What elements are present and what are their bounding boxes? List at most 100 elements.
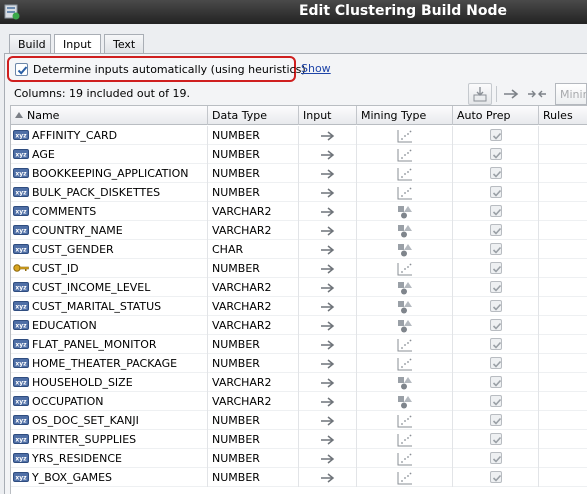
cell-auto-prep[interactable]: [453, 430, 539, 449]
heuristics-checkbox[interactable]: [15, 63, 28, 76]
cell-auto-prep[interactable]: [453, 202, 539, 221]
cell-mining-type[interactable]: [357, 278, 453, 297]
table-row[interactable]: xyz AFFINITY_CARD NUMBER: [11, 126, 587, 145]
table-row[interactable]: xyz AGE NUMBER: [11, 145, 587, 164]
tab-text[interactable]: Text: [104, 34, 144, 54]
set-all-inputs-button[interactable]: [525, 83, 549, 105]
cell-auto-prep[interactable]: [453, 183, 539, 202]
auto-prep-checkbox[interactable]: [489, 395, 502, 407]
cell-auto-prep[interactable]: [453, 411, 539, 430]
auto-prep-checkbox[interactable]: [489, 243, 502, 255]
cell-auto-prep[interactable]: [453, 126, 539, 145]
cell-mining-type[interactable]: [357, 221, 453, 240]
cell-auto-prep[interactable]: [453, 164, 539, 183]
cell-auto-prep[interactable]: [453, 259, 539, 278]
auto-prep-checkbox[interactable]: [489, 262, 502, 274]
set-input-button[interactable]: [500, 83, 524, 105]
auto-prep-checkbox[interactable]: [489, 357, 502, 369]
cell-input[interactable]: [299, 278, 357, 297]
table-row[interactable]: CUST_ID NUMBER: [11, 259, 587, 278]
tab-build[interactable]: Build: [9, 34, 51, 54]
cell-mining-type[interactable]: [357, 430, 453, 449]
cell-mining-type[interactable]: [357, 202, 453, 221]
auto-prep-checkbox[interactable]: [489, 433, 502, 445]
header-data-type[interactable]: Data Type: [208, 106, 299, 125]
auto-prep-checkbox[interactable]: [489, 167, 502, 179]
cell-auto-prep[interactable]: [453, 373, 539, 392]
table-row[interactable]: xyz BULK_PACK_DISKETTES NUMBER: [11, 183, 587, 202]
table-row[interactable]: xyz HOME_THEATER_PACKAGE NUMBER: [11, 354, 587, 373]
cell-input[interactable]: [299, 411, 357, 430]
table-row[interactable]: xyz COMMENTS VARCHAR2: [11, 202, 587, 221]
cell-mining-type[interactable]: [357, 449, 453, 468]
table-row[interactable]: xyz BOOKKEEPING_APPLICATION NUMBER: [11, 164, 587, 183]
cell-mining-type[interactable]: [357, 183, 453, 202]
show-link[interactable]: Show: [301, 62, 331, 75]
import-button[interactable]: [468, 83, 492, 105]
cell-input[interactable]: [299, 259, 357, 278]
cell-auto-prep[interactable]: [453, 297, 539, 316]
cell-input[interactable]: [299, 164, 357, 183]
table-row[interactable]: xyz CUST_INCOME_LEVEL VARCHAR2: [11, 278, 587, 297]
cell-input[interactable]: [299, 221, 357, 240]
auto-prep-checkbox[interactable]: [489, 205, 502, 217]
cell-mining-type[interactable]: [357, 335, 453, 354]
table-row[interactable]: xyz FLAT_PANEL_MONITOR NUMBER: [11, 335, 587, 354]
auto-prep-checkbox[interactable]: [489, 414, 502, 426]
cell-input[interactable]: [299, 126, 357, 145]
cell-input[interactable]: [299, 373, 357, 392]
header-input[interactable]: Input: [299, 106, 357, 125]
cell-auto-prep[interactable]: [453, 240, 539, 259]
cell-input[interactable]: [299, 449, 357, 468]
cell-auto-prep[interactable]: [453, 335, 539, 354]
cell-auto-prep[interactable]: [453, 449, 539, 468]
auto-prep-checkbox[interactable]: [489, 186, 502, 198]
auto-prep-checkbox[interactable]: [489, 148, 502, 160]
table-row[interactable]: xyz YRS_RESIDENCE NUMBER: [11, 449, 587, 468]
auto-prep-checkbox[interactable]: [489, 129, 502, 141]
cell-auto-prep[interactable]: [453, 468, 539, 487]
cell-input[interactable]: [299, 240, 357, 259]
table-row[interactable]: xyz HOUSEHOLD_SIZE VARCHAR2: [11, 373, 587, 392]
auto-prep-checkbox[interactable]: [489, 319, 502, 331]
header-name[interactable]: Name: [11, 106, 208, 125]
auto-prep-checkbox[interactable]: [489, 338, 502, 350]
auto-prep-checkbox[interactable]: [489, 281, 502, 293]
table-row[interactable]: xyz EDUCATION VARCHAR2: [11, 316, 587, 335]
auto-prep-checkbox[interactable]: [489, 471, 502, 483]
cell-input[interactable]: [299, 145, 357, 164]
header-mining-type[interactable]: Mining Type: [357, 106, 453, 125]
cell-mining-type[interactable]: [357, 126, 453, 145]
cell-input[interactable]: [299, 468, 357, 487]
cell-mining-type[interactable]: [357, 259, 453, 278]
cell-mining-type[interactable]: [357, 145, 453, 164]
cell-input[interactable]: [299, 183, 357, 202]
table-row[interactable]: xyz COUNTRY_NAME VARCHAR2: [11, 221, 587, 240]
cell-auto-prep[interactable]: [453, 145, 539, 164]
table-row[interactable]: xyz PRINTER_SUPPLIES NUMBER: [11, 430, 587, 449]
cell-input[interactable]: [299, 430, 357, 449]
cell-auto-prep[interactable]: [453, 316, 539, 335]
cell-mining-type[interactable]: [357, 316, 453, 335]
cell-auto-prep[interactable]: [453, 221, 539, 240]
auto-prep-checkbox[interactable]: [489, 300, 502, 312]
cell-mining-type[interactable]: [357, 164, 453, 183]
cell-mining-type[interactable]: [357, 468, 453, 487]
auto-prep-checkbox[interactable]: [489, 224, 502, 236]
cell-input[interactable]: [299, 354, 357, 373]
cell-auto-prep[interactable]: [453, 354, 539, 373]
auto-prep-checkbox[interactable]: [489, 376, 502, 388]
cell-mining-type[interactable]: [357, 354, 453, 373]
header-rules[interactable]: Rules: [539, 106, 587, 125]
cell-auto-prep[interactable]: [453, 392, 539, 411]
table-row[interactable]: xyz CUST_GENDER CHAR: [11, 240, 587, 259]
cell-mining-type[interactable]: [357, 240, 453, 259]
table-row[interactable]: xyz OCCUPATION VARCHAR2: [11, 392, 587, 411]
cell-input[interactable]: [299, 202, 357, 221]
auto-prep-checkbox[interactable]: [489, 452, 502, 464]
cell-input[interactable]: [299, 335, 357, 354]
cell-mining-type[interactable]: [357, 392, 453, 411]
table-row[interactable]: xyz CUST_MARITAL_STATUS VARCHAR2: [11, 297, 587, 316]
cell-mining-type[interactable]: [357, 297, 453, 316]
cell-input[interactable]: [299, 392, 357, 411]
